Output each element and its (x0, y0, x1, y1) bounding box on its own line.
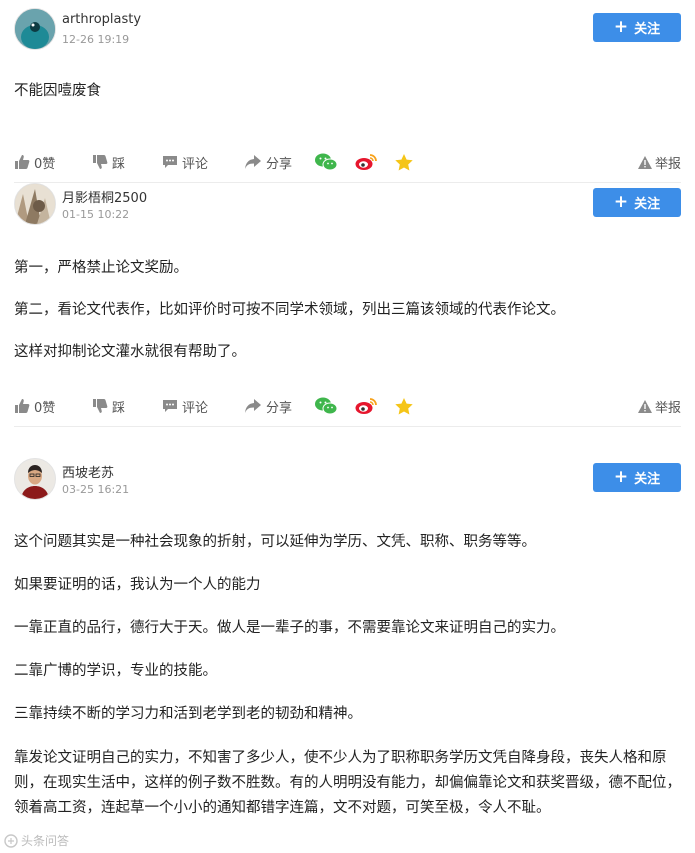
like-button[interactable]: 0赞 (14, 397, 55, 416)
star-icon (395, 397, 413, 414)
wechat-icon (315, 153, 337, 171)
report-button[interactable]: 举报 (637, 397, 681, 416)
avatar-teal-creature-icon (15, 9, 55, 49)
like-button[interactable]: 0赞 (14, 153, 55, 172)
paragraph: 三靠持续不断的学习力和活到老学到老的韧劲和精神。 (14, 706, 362, 722)
report-button[interactable]: 举报 (637, 153, 681, 172)
share-icon (245, 398, 261, 413)
thumb-down-icon (93, 155, 108, 169)
wechat-share-button[interactable] (315, 397, 341, 415)
dislike-button[interactable]: 踩 (92, 153, 125, 172)
paragraph: 这样对抑制论文灌水就很有帮助了。 (14, 344, 246, 360)
follow-button[interactable]: + 关注 (593, 463, 681, 492)
weibo-share-button[interactable] (355, 153, 381, 171)
thumb-up-icon (15, 399, 30, 413)
toutiao-logo-icon (4, 833, 18, 848)
wechat-icon (315, 397, 337, 415)
favorite-button[interactable] (395, 153, 417, 171)
answer-header: 月影梧桐2500 01-15 10:22 + 关注 (14, 175, 681, 225)
paragraph: 这个问题其实是一种社会现象的折射，可以延伸为学历、文凭、职称、职务等等。 (14, 534, 536, 550)
like-label: 0赞 (34, 400, 56, 416)
like-label: 0赞 (34, 156, 56, 172)
share-label: 分享 (266, 156, 293, 172)
thumb-down-icon (93, 399, 108, 413)
action-bar: 0赞 踩 评论 分享 举报 (14, 386, 681, 427)
weibo-icon (355, 398, 377, 414)
follow-label: 关注 (634, 22, 661, 37)
paragraph: 如果要证明的话，我认为一个人的能力 (14, 577, 261, 593)
answer-header: arthroplasty 12-26 19:19 + 关注 (14, 0, 681, 50)
share-label: 分享 (266, 400, 293, 416)
paragraph: 不能因噎废食 (14, 83, 101, 99)
favorite-button[interactable] (395, 397, 417, 415)
username[interactable]: 西坡老苏 (62, 462, 114, 481)
weibo-icon (355, 154, 377, 170)
watermark: 头条问答 (4, 832, 69, 849)
share-button[interactable]: 分享 (244, 397, 292, 416)
share-button[interactable]: 分享 (244, 153, 292, 172)
answer-content: 第一，严格禁止论文奖励。 第二，看论文代表作，比如评价时可按不同学术领域，列出三… (14, 225, 681, 386)
username[interactable]: 月影梧桐2500 (62, 187, 147, 206)
watermark-text: 头条问答 (21, 834, 70, 848)
warning-icon (637, 399, 652, 413)
follow-button[interactable]: + 关注 (593, 13, 681, 42)
comment-label: 评论 (182, 156, 209, 172)
comment-icon (163, 400, 177, 412)
weibo-share-button[interactable] (355, 397, 381, 415)
post-time: 01-15 10:22 (62, 208, 130, 221)
avatar[interactable] (14, 458, 56, 500)
answer-header: 西坡老苏 03-25 16:21 + 关注 (14, 450, 681, 500)
username[interactable]: arthroplasty (62, 12, 141, 27)
avatar[interactable] (14, 183, 56, 225)
answer-content: 不能因噎废食 (14, 50, 681, 142)
comment-icon (163, 156, 177, 168)
report-label: 举报 (654, 156, 681, 172)
comment-button[interactable]: 评论 (162, 153, 208, 172)
paragraph: 二靠广博的学识，专业的技能。 (14, 663, 217, 679)
post-time: 12-26 19:19 (62, 33, 130, 46)
paragraph: 第一，严格禁止论文奖励。 (14, 260, 188, 276)
plus-icon: + (613, 192, 629, 212)
avatar[interactable] (14, 8, 56, 50)
post-time: 03-25 16:21 (62, 483, 130, 496)
star-icon (395, 153, 413, 170)
paragraph: 第二，看论文代表作，比如评价时可按不同学术领域，列出三篇该领域的代表作论文。 (14, 302, 565, 318)
dislike-label: 踩 (112, 400, 126, 416)
follow-label: 关注 (634, 197, 661, 212)
dislike-button[interactable]: 踩 (92, 397, 125, 416)
answer-card-2: 月影梧桐2500 01-15 10:22 + 关注 第一，严格禁止论文奖励。 第… (14, 175, 681, 438)
dislike-label: 踩 (112, 156, 126, 172)
warning-icon (637, 155, 652, 169)
avatar-portrait-icon (15, 459, 55, 499)
follow-button[interactable]: + 关注 (593, 188, 681, 217)
answer-card-1: arthroplasty 12-26 19:19 + 关注 不能因噎废食 0赞 … (14, 0, 681, 183)
follow-label: 关注 (634, 472, 661, 487)
paragraph: 靠发论文证明自己的实力，不知害了多少人，使不少人为了职称职务学历文凭自降身段，丧… (14, 750, 681, 816)
wechat-share-button[interactable] (315, 153, 341, 171)
plus-icon: + (613, 17, 629, 37)
paragraph: 一靠正直的品行，德行大于天。做人是一辈子的事，不需要靠论文来证明自己的实力。 (14, 620, 565, 636)
thumb-up-icon (15, 155, 30, 169)
report-label: 举报 (654, 400, 681, 416)
answer-content: 这个问题其实是一种社会现象的折射，可以延伸为学历、文凭、职称、职务等等。 如果要… (14, 500, 681, 821)
avatar-photo-icon (15, 184, 55, 224)
answer-card-3: 西坡老苏 03-25 16:21 + 关注 这个问题其实是一种社会现象的折射，可… (14, 450, 681, 821)
comment-button[interactable]: 评论 (162, 397, 208, 416)
comment-label: 评论 (182, 400, 209, 416)
share-icon (245, 154, 261, 169)
plus-icon: + (613, 467, 629, 487)
